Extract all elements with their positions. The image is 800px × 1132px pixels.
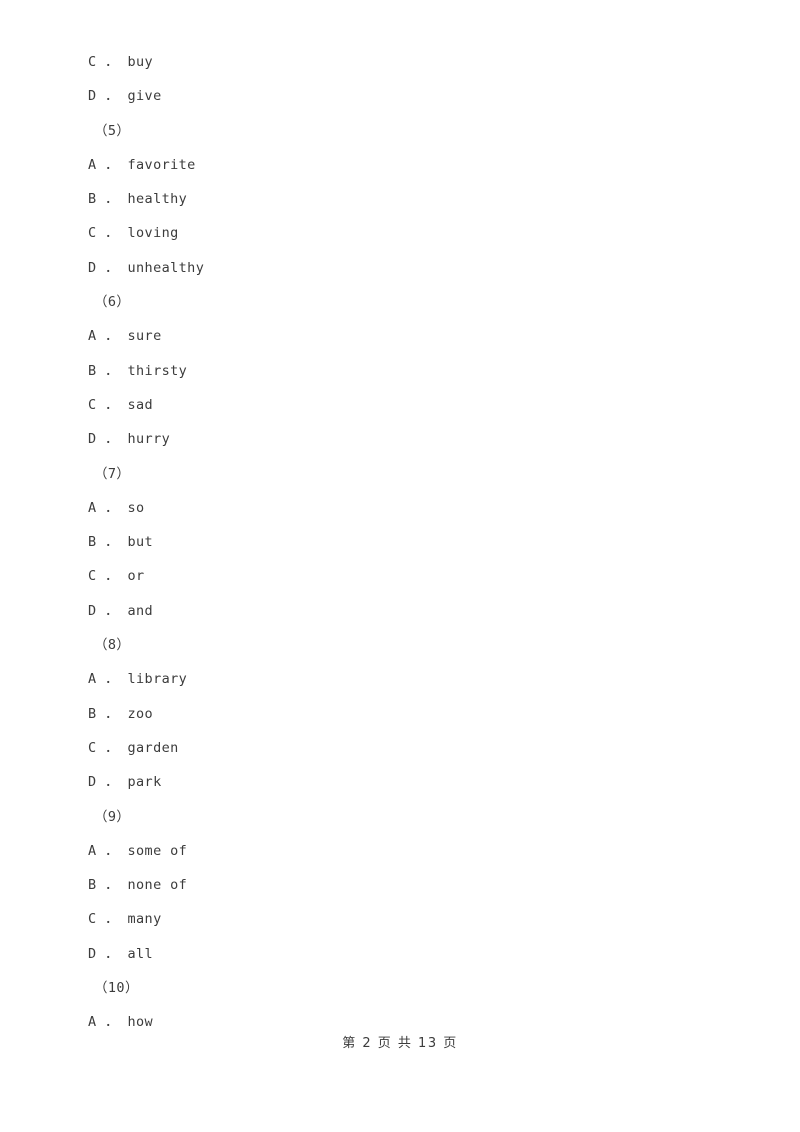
- question-number: （9）: [94, 808, 131, 825]
- answer-option: C ． loving: [88, 225, 179, 242]
- answer-option: D ． hurry: [88, 431, 171, 448]
- answer-option: D ． and: [88, 602, 154, 619]
- answer-option: C ． garden: [88, 739, 179, 756]
- answer-option: B ． thirsty: [88, 362, 188, 379]
- page-footer: 第 2 页 共 13 页: [342, 1036, 458, 1051]
- question-number: （6）: [94, 294, 131, 311]
- answer-option: D ． give: [88, 88, 162, 105]
- answer-option: A ． favorite: [88, 156, 196, 173]
- answer-option: A ． some of: [88, 842, 188, 859]
- question-number: （10）: [94, 980, 139, 997]
- answer-option: B ． but: [88, 534, 154, 551]
- question-number: （5）: [94, 122, 131, 139]
- answer-option: D ． all: [88, 945, 154, 962]
- answer-option: B ． none of: [88, 877, 188, 894]
- answer-option: C ． or: [88, 568, 145, 585]
- answer-option: C ． buy: [88, 54, 154, 70]
- answer-option: B ． zoo: [88, 705, 154, 722]
- answer-option: C ． sad: [88, 396, 154, 413]
- answer-option: C ． many: [88, 911, 162, 928]
- answer-option: A ． so: [88, 499, 145, 516]
- question-number: （7）: [94, 465, 131, 482]
- question-options-list: C ． buy D ． give （5） A ． favorite B ． health…: [88, 45, 708, 1040]
- question-number: （8）: [94, 637, 131, 654]
- answer-option: D ． park: [88, 774, 162, 791]
- answer-option: A ． library: [88, 671, 188, 688]
- document-page: C ． buy D ． give （5） A ． favorite B ． health…: [0, 0, 800, 1132]
- answer-option: B ． healthy: [88, 191, 188, 208]
- answer-option: D ． unhealthy: [88, 259, 205, 276]
- answer-option: A ． sure: [88, 328, 162, 345]
